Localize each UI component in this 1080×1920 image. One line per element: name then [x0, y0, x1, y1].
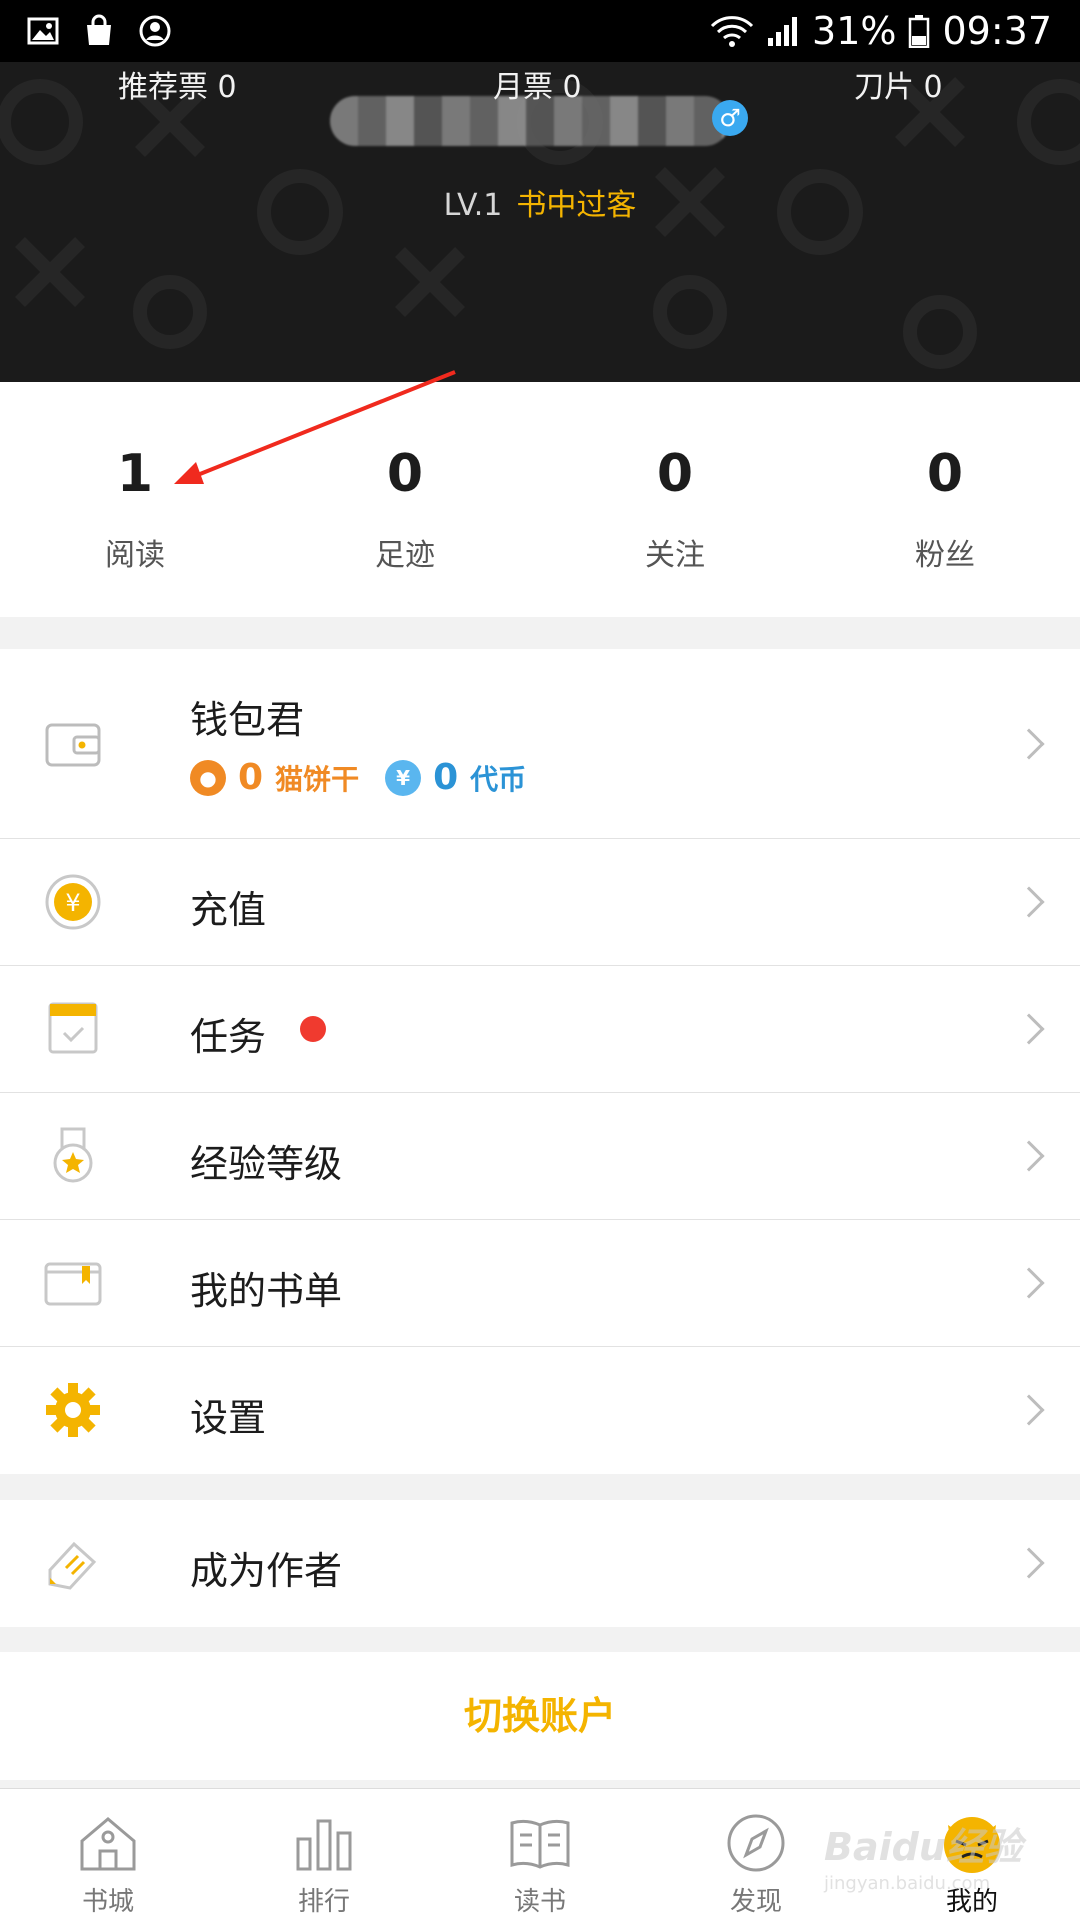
chevron-right-icon [1013, 1013, 1045, 1045]
level-label: LV.1 [443, 188, 503, 223]
stat-value: 0 [386, 444, 424, 504]
clock: 09:37 [942, 9, 1052, 53]
profile-header: ♂ LV.1 书中过客 推荐票 0 月票 0 刀片 0 [0, 62, 1080, 382]
recharge-coin-icon: ¥ [45, 874, 101, 930]
watermark-url: jingyan.baidu.com [824, 1873, 991, 1894]
pen-paper-icon [48, 1541, 97, 1590]
stat-value: 1 [116, 444, 154, 504]
chevron-right-icon [1013, 1547, 1045, 1579]
task-calendar-icon [48, 1002, 98, 1054]
chevron-right-icon [1013, 1267, 1045, 1299]
wallet-label: 钱包君 [190, 698, 305, 742]
stat-label: 阅读 [105, 538, 165, 573]
notification-dot [300, 1016, 326, 1042]
stat-footprint[interactable]: 0 足迹 [270, 382, 540, 617]
tasks-label: 任务 [190, 1015, 267, 1059]
cookie-label: 猫饼干 [275, 762, 360, 796]
signal-icon [768, 17, 798, 46]
menu-my-booklist[interactable]: 我的书单 [0, 1220, 1080, 1347]
nav-label: 书城 [81, 1887, 134, 1917]
compass-icon [727, 1814, 785, 1872]
recommend-ticket[interactable]: 推荐票 0 [118, 62, 237, 106]
cat-cookie-icon: ● [190, 759, 226, 796]
app-root: 31% 09:37 ♂ LV.1 书中过客 推荐票 0 月票 0 刀片 0 1 阅… [0, 0, 1080, 1920]
stat-fans[interactable]: 0 粉丝 [810, 382, 1080, 617]
gender-male-icon: ♂ [712, 100, 748, 136]
bar-chart-icon [296, 1819, 352, 1871]
experience-label: 经验等级 [190, 1142, 343, 1186]
nav-bookstore[interactable]: 书城 [0, 1789, 216, 1920]
token-coin-icon: ¥ [385, 759, 422, 796]
nav-label: 读书 [513, 1887, 566, 1917]
gallery-icon [27, 17, 59, 45]
house-icon [80, 1817, 136, 1871]
menu-wallet[interactable]: 钱包君 ● 0 猫饼干 ¥ 0 代币 [0, 649, 1080, 839]
switch-account-button[interactable]: 切换账户 [0, 1652, 1080, 1780]
booklist-label: 我的书单 [190, 1269, 343, 1313]
menu-recharge[interactable]: ¥ 充值 [0, 839, 1080, 966]
chevron-right-icon [1013, 728, 1045, 760]
cookie-amount: 0 [238, 757, 264, 798]
wifi-icon [710, 16, 754, 47]
status-right: 31% 09:37 [710, 9, 1052, 53]
battery-icon [909, 15, 930, 48]
medal-icon [53, 1127, 93, 1183]
nav-label: 排行 [297, 1887, 350, 1917]
open-book-icon [510, 1819, 570, 1869]
status-bar: 31% 09:37 [0, 0, 1080, 62]
coin-amount: 0 [433, 757, 459, 798]
gear-icon [46, 1383, 100, 1437]
menu-experience-level[interactable]: 经验等级 [0, 1093, 1080, 1220]
stat-value: 0 [656, 444, 694, 504]
menu-group-main: 钱包君 ● 0 猫饼干 ¥ 0 代币 ¥ 充值 任务 经验等级 我的书单 设置 [0, 649, 1080, 1474]
shopping-bag-icon [87, 14, 111, 45]
stat-label: 足迹 [375, 538, 435, 573]
menu-become-author[interactable]: 成为作者 [0, 1500, 1080, 1627]
menu-tasks[interactable]: 任务 [0, 966, 1080, 1093]
wallet-icon [45, 723, 101, 767]
blade-ticket[interactable]: 刀片 0 [854, 62, 943, 106]
stat-reading[interactable]: 1 阅读 [0, 382, 270, 617]
booklist-icon [44, 1262, 102, 1306]
wallet-balances: ● 0 猫饼干 ¥ 0 代币 [190, 757, 526, 798]
level-title: 书中过客 [516, 188, 637, 223]
recharge-label: 充值 [190, 888, 267, 932]
coin-label: 代币 [470, 762, 527, 796]
stat-label: 粉丝 [915, 538, 975, 573]
chevron-right-icon [1013, 1394, 1045, 1426]
stat-label: 关注 [645, 538, 705, 573]
menu-settings[interactable]: 设置 [0, 1347, 1080, 1474]
account-circle-icon [139, 15, 171, 47]
monthly-ticket[interactable]: 月票 0 [493, 62, 582, 106]
chevron-right-icon [1013, 886, 1045, 918]
nav-ranking[interactable]: 排行 [216, 1789, 432, 1920]
menu-group-author: 成为作者 [0, 1500, 1080, 1627]
stat-value: 0 [926, 444, 964, 504]
chevron-right-icon [1013, 1140, 1045, 1172]
nav-reading[interactable]: 读书 [432, 1789, 648, 1920]
stats-row: 1 阅读 0 足迹 0 关注 0 粉丝 [0, 382, 1080, 617]
settings-label: 设置 [190, 1396, 267, 1440]
watermark-brand: Baidu经验 [824, 1825, 1022, 1869]
stat-following[interactable]: 0 关注 [540, 382, 810, 617]
baidu-watermark: Baidu经验 jingyan.baidu.com [824, 1816, 1022, 1894]
author-label: 成为作者 [190, 1549, 343, 1593]
battery-percent: 31% [812, 9, 897, 53]
level-line[interactable]: LV.1 书中过客 [0, 180, 1080, 224]
svg-text:¥: ¥ [65, 889, 80, 917]
status-left-icons [26, 14, 172, 48]
